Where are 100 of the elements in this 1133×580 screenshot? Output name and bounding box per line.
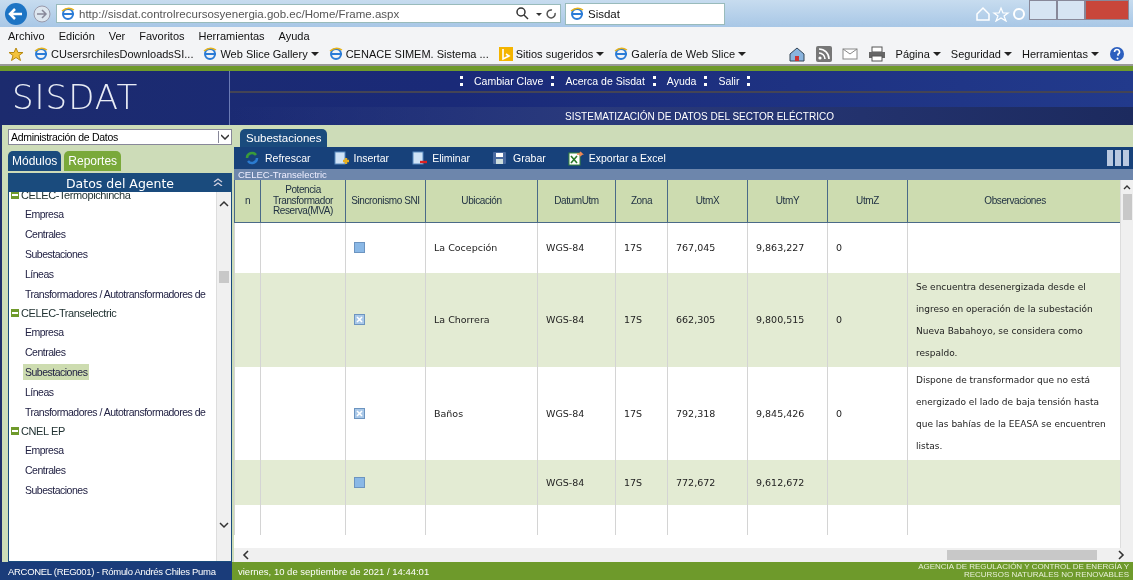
command-menu[interactable]: Herramientas xyxy=(1021,48,1099,60)
column-header[interactable]: n xyxy=(234,180,261,223)
favorite-link[interactable]: CUsersrchilesDownloadsSI... xyxy=(34,47,194,61)
ie-icon xyxy=(328,47,343,61)
group-label: CELEC-Transelectric xyxy=(234,169,1133,180)
tree-item[interactable]: Transformadores / Autotransformadores de xyxy=(23,404,208,420)
site-icon xyxy=(570,6,584,21)
vertical-scrollbar[interactable] xyxy=(216,192,231,561)
address-bar[interactable]: http://sisdat.controlrecursosyenergia.gob.ec/Home/Frame.aspx xyxy=(56,4,561,23)
tree-node[interactable]: CELEC-Termopichincha xyxy=(21,192,131,201)
header-link[interactable]: Acerca de Sisdat xyxy=(565,75,645,87)
back-button[interactable] xyxy=(4,1,28,26)
tree-node[interactable]: CNEL EP xyxy=(21,425,65,437)
scroll-right-icon[interactable] xyxy=(1117,550,1125,560)
scroll-up-icon[interactable] xyxy=(1123,184,1131,190)
scroll-up-icon[interactable] xyxy=(219,200,229,207)
collapse-box-icon[interactable] xyxy=(11,192,19,199)
tree-item[interactable]: Subestaciones xyxy=(23,246,90,262)
agency-name: AGENCIA DE REGULACIÓN Y CONTROL DE ENERGÍA Y RECURSOS NATURALES NO RENOVABLES xyxy=(917,562,1130,580)
view-toggle-icon[interactable] xyxy=(1107,150,1129,166)
scrollbar-thumb[interactable] xyxy=(947,550,1097,560)
menu-item[interactable]: Favoritos xyxy=(139,29,185,42)
tree-item[interactable]: Subestaciones xyxy=(23,482,90,498)
toolbar-button[interactable]: Exportar a Excel xyxy=(567,150,666,166)
module-dropdown[interactable]: Administración de Datos xyxy=(8,129,232,145)
column-header[interactable]: Ubicación xyxy=(425,180,538,223)
scroll-left-icon[interactable] xyxy=(242,550,250,560)
collapse-icon[interactable] xyxy=(213,178,223,186)
tree-item[interactable]: Centrales xyxy=(23,344,68,360)
favorite-link[interactable]: Web Slice Gallery xyxy=(203,47,319,61)
menu-item[interactable]: Ayuda xyxy=(278,29,310,42)
mail-icon[interactable] xyxy=(841,48,858,60)
tree-node[interactable]: CELEC-Transelectric xyxy=(21,307,117,319)
menu-item[interactable]: Archivo xyxy=(8,29,45,42)
tree-item[interactable]: Líneas xyxy=(23,266,56,282)
collapse-box-icon[interactable] xyxy=(11,427,19,435)
table-cell: 772,672 xyxy=(676,476,716,488)
collapse-box-icon[interactable] xyxy=(11,309,19,317)
tree-item[interactable]: Centrales xyxy=(23,226,68,242)
spreadsheet-icon xyxy=(567,150,585,166)
sidebar-tab[interactable]: Módulos xyxy=(8,151,62,171)
tree-item[interactable]: Líneas xyxy=(23,384,56,400)
tree-item[interactable]: Subestaciones xyxy=(23,364,90,380)
header-link[interactable]: Cambiar Clave xyxy=(474,75,544,87)
favorite-link[interactable]: Galería de Web Slice xyxy=(614,47,747,61)
feed-icon[interactable] xyxy=(815,46,832,62)
table-cell: Se encuentra desenergizada desde el ingreso en operación de la subestación Nueva Babahoyo, se considera como respaldo. xyxy=(916,281,1093,358)
toolbar-icons[interactable] xyxy=(975,5,1025,22)
table-cell: 767,045 xyxy=(676,242,716,254)
table-cell: 792,318 xyxy=(676,407,716,419)
print-icon[interactable] xyxy=(867,46,886,62)
scrollbar-thumb[interactable] xyxy=(1122,194,1132,220)
browser-tab[interactable]: Sisdat xyxy=(565,2,725,25)
caret-icon xyxy=(1091,51,1099,57)
tree-item[interactable]: Empresa xyxy=(23,324,66,340)
header-link[interactable]: Salir xyxy=(718,75,740,87)
favorite-link[interactable]: CENACE SIMEM. Sistema ... xyxy=(328,47,489,61)
search-icon[interactable] xyxy=(516,6,556,21)
caret-icon xyxy=(1003,51,1012,57)
separator-dots xyxy=(460,76,466,86)
toolbar-button[interactable]: Refrescar xyxy=(244,150,311,166)
tree-item[interactable]: Empresa xyxy=(23,442,66,458)
command-menu[interactable]: Seguridad xyxy=(950,48,1012,60)
horizontal-scrollbar[interactable] xyxy=(234,548,1133,562)
menu-item[interactable]: Herramientas xyxy=(198,29,265,42)
tree-item[interactable]: Centrales xyxy=(23,462,68,478)
table-cell: 9,612,672 xyxy=(756,476,805,488)
column-header[interactable]: Potencia Transformador Reserva(MVA) xyxy=(260,180,346,223)
minimize-button[interactable] xyxy=(1029,0,1057,20)
tree-item[interactable]: Transformadores / Autotransformadores de xyxy=(23,286,208,302)
favorites-star-icon[interactable] xyxy=(8,47,24,61)
toolbar-button[interactable]: Insertar xyxy=(332,150,390,166)
separator-dots xyxy=(652,76,659,86)
remove-document-icon xyxy=(411,150,429,166)
toolbar-button[interactable]: Grabar xyxy=(492,150,546,166)
column-header[interactable]: Zona xyxy=(615,180,668,223)
tree-item[interactable]: Empresa xyxy=(23,206,66,222)
column-header[interactable]: UtmZ xyxy=(827,180,908,223)
command-menu[interactable]: Página xyxy=(895,48,941,60)
toolbar-button[interactable]: Eliminar xyxy=(411,150,471,166)
maximize-button[interactable] xyxy=(1057,0,1085,20)
favorite-link[interactable]: Sitios sugeridos xyxy=(498,47,605,61)
forward-button[interactable] xyxy=(32,3,52,24)
content-tab[interactable]: Subestaciones xyxy=(240,129,328,147)
table-cell: 17S xyxy=(624,407,643,419)
vertical-scrollbar[interactable] xyxy=(1120,180,1133,548)
column-header[interactable]: DatumUtm xyxy=(537,180,616,223)
table-cell: Baños xyxy=(434,407,464,419)
home-icon[interactable] xyxy=(787,46,806,62)
menu-item[interactable]: Ver xyxy=(108,29,126,42)
column-header[interactable]: UtmX xyxy=(667,180,748,223)
table-cell: 17S xyxy=(624,476,643,488)
help-icon[interactable] xyxy=(1109,46,1125,62)
header-link[interactable]: Ayuda xyxy=(666,75,697,87)
column-header[interactable]: UtmY xyxy=(747,180,828,223)
menu-item[interactable]: Edición xyxy=(58,29,95,42)
scroll-down-icon[interactable] xyxy=(219,522,229,529)
column-header[interactable]: Sincronismo SNI xyxy=(345,180,426,223)
column-header[interactable]: Observaciones xyxy=(907,180,1120,223)
scrollbar-thumb[interactable] xyxy=(219,271,229,283)
